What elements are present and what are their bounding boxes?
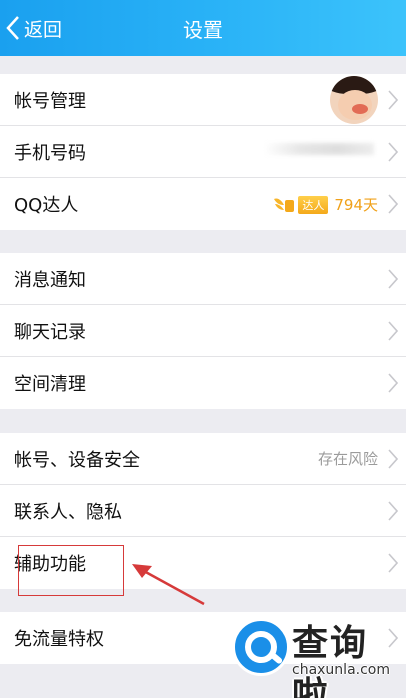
master-tag: 达人 bbox=[298, 195, 329, 214]
row-label: 手机号码 bbox=[14, 143, 86, 164]
row-contacts-privacy[interactable]: 联系人、隐私 bbox=[0, 485, 406, 537]
risk-status: 存在风险 bbox=[317, 450, 378, 468]
messages-group: 消息通知 聊天记录 空间清理 bbox=[0, 253, 406, 409]
row-label: 消息通知 bbox=[14, 270, 86, 291]
wing-badge-icon bbox=[274, 197, 295, 212]
obscured-phone-value bbox=[264, 143, 374, 155]
row-account-management[interactable]: 帐号管理 bbox=[0, 74, 406, 126]
row-label: 空间清理 bbox=[14, 374, 86, 395]
master-days: 794天 bbox=[334, 196, 378, 214]
row-label: 辅助功能 bbox=[14, 554, 86, 575]
qq-master-badge: 达人 794天 bbox=[272, 194, 378, 215]
row-label: 帐号管理 bbox=[14, 91, 86, 112]
row-qq-master[interactable]: QQ达人 达人 794天 bbox=[0, 178, 406, 230]
row-label: 帐号、设备安全 bbox=[14, 450, 140, 471]
row-notifications[interactable]: 消息通知 bbox=[0, 253, 406, 305]
chevron-right-icon bbox=[388, 142, 398, 162]
chevron-right-icon bbox=[388, 194, 398, 214]
row-account-device-security[interactable]: 帐号、设备安全 存在风险 bbox=[0, 433, 406, 485]
row-label: 聊天记录 bbox=[14, 322, 86, 343]
chevron-right-icon bbox=[388, 269, 398, 289]
row-space-cleanup[interactable]: 空间清理 bbox=[0, 357, 406, 409]
chevron-right-icon bbox=[388, 553, 398, 573]
page-title: 设置 bbox=[183, 18, 223, 42]
row-label: 联系人、隐私 bbox=[14, 502, 122, 523]
watermark-title: 查询啦 bbox=[292, 623, 369, 698]
watermark-logo-icon bbox=[232, 618, 290, 676]
chevron-right-icon bbox=[388, 90, 398, 110]
row-phone-number[interactable]: 手机号码 bbox=[0, 126, 406, 178]
chevron-right-icon bbox=[388, 373, 398, 393]
chevron-right-icon bbox=[388, 321, 398, 341]
avatar bbox=[330, 76, 378, 124]
watermark-domain: chaxunla.com bbox=[292, 662, 390, 678]
chevron-right-icon bbox=[388, 449, 398, 469]
chevron-right-icon bbox=[388, 501, 398, 521]
nav-bar: 返回 设置 bbox=[0, 0, 406, 56]
row-label: 免流量特权 bbox=[14, 629, 104, 650]
annotation-arrow-icon bbox=[132, 564, 205, 606]
row-label: QQ达人 bbox=[14, 195, 79, 216]
account-group: 帐号管理 手机号码 QQ达人 达人 794天 bbox=[0, 74, 406, 230]
watermark: 查询啦 chaxunla.com bbox=[232, 612, 402, 698]
row-chat-history[interactable]: 聊天记录 bbox=[0, 305, 406, 357]
